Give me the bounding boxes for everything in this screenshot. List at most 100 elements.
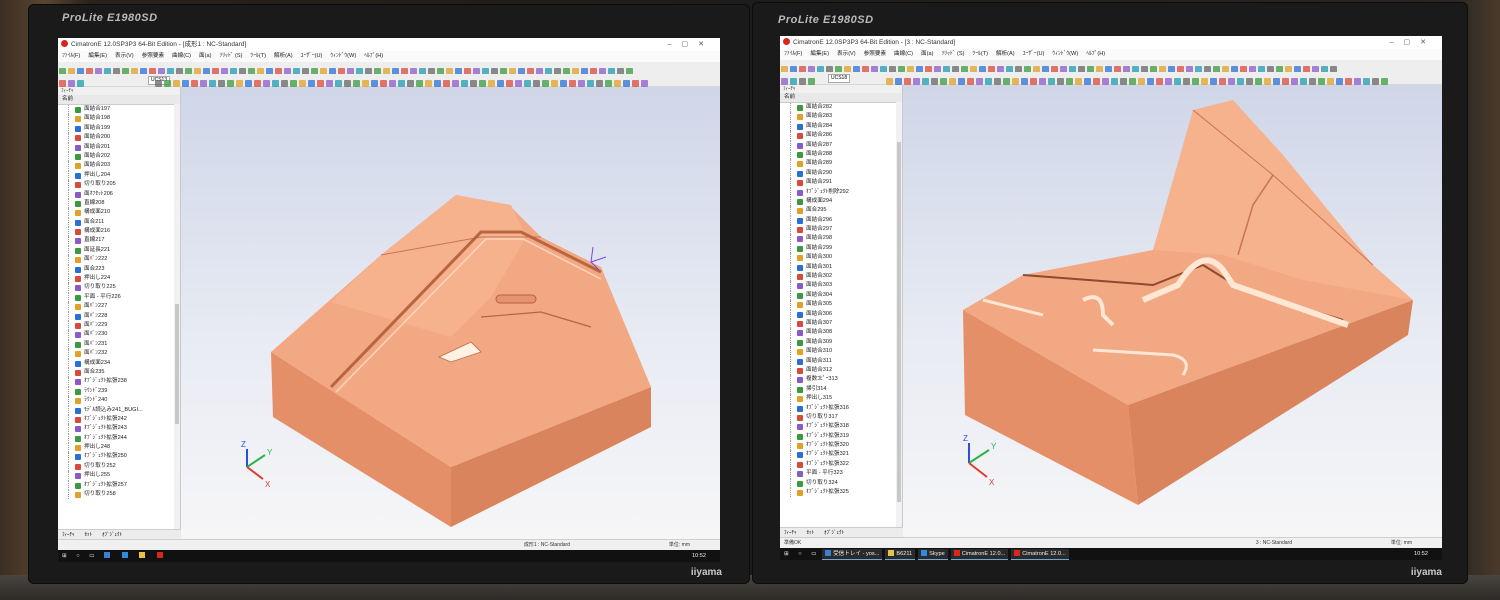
- menu-item[interactable]: 表示(V): [837, 51, 856, 57]
- toolbar-button[interactable]: [182, 80, 189, 87]
- tree-item[interactable]: 切り取り324: [780, 478, 902, 489]
- toolbar-button[interactable]: [1273, 78, 1280, 85]
- tree-item[interactable]: 面ﾊﾟﾝ230: [58, 330, 180, 340]
- window-controls[interactable]: –▢✕: [1390, 36, 1436, 49]
- toolbar-button[interactable]: [940, 78, 947, 85]
- task-view-icon[interactable]: ▭: [811, 548, 816, 560]
- toolbar-button[interactable]: [1075, 78, 1082, 85]
- toolbar-button[interactable]: [1291, 78, 1298, 85]
- toolbar-button[interactable]: [560, 80, 567, 87]
- taskbar-app-icon[interactable]: [156, 550, 165, 562]
- tree-item[interactable]: 面結合287: [780, 140, 902, 150]
- tree-item[interactable]: 平面 - 平行323: [780, 469, 902, 479]
- tree-item[interactable]: 面結合201: [58, 142, 180, 152]
- menu-item[interactable]: 編集(E): [810, 51, 829, 57]
- toolbar-button[interactable]: [344, 80, 351, 87]
- tree-item[interactable]: 押出し224: [58, 274, 180, 284]
- tree-item[interactable]: 切り取り317: [780, 412, 902, 423]
- toolbar-button[interactable]: [461, 80, 468, 87]
- toolbar-button[interactable]: [587, 80, 594, 87]
- toolbar-button[interactable]: [1030, 78, 1037, 85]
- toolbar-button[interactable]: [578, 80, 585, 87]
- toolbar-button[interactable]: [1174, 78, 1181, 85]
- toolbar-button[interactable]: [985, 78, 992, 85]
- taskbar-button[interactable]: CimatronE 12.0...: [1011, 549, 1069, 560]
- tree-item[interactable]: 面結合309: [780, 337, 902, 348]
- tree-item[interactable]: 面結合283: [780, 112, 902, 122]
- toolbar-button[interactable]: [191, 80, 198, 87]
- tree-item[interactable]: 直線208: [58, 198, 180, 209]
- toolbar-button[interactable]: [1183, 78, 1190, 85]
- toolbar-button[interactable]: [551, 80, 558, 87]
- toolbar-button[interactable]: [1372, 78, 1379, 85]
- menu-item[interactable]: ﾌｧｲﾙ(F): [784, 51, 802, 57]
- tree-item[interactable]: 面結合203: [58, 161, 180, 171]
- toolbar-button[interactable]: [263, 80, 270, 87]
- tree-item[interactable]: 面結合302: [780, 272, 902, 282]
- ucs-select[interactable]: UCS18: [828, 74, 851, 83]
- tree-item[interactable]: ﾗｳﾝﾄﾞ240: [58, 396, 180, 406]
- menu-item[interactable]: 編集(E): [88, 53, 107, 59]
- toolbar-button[interactable]: [470, 80, 477, 87]
- tree-tab[interactable]: ﾌｨｰﾁｬ: [62, 532, 75, 538]
- toolbar-button[interactable]: [913, 78, 920, 85]
- menu-item[interactable]: ﾕｰｻﾞｰ(U): [301, 53, 323, 59]
- toolbar-button[interactable]: [1237, 78, 1244, 85]
- tree-item[interactable]: 面結合304: [780, 290, 902, 301]
- tree-item[interactable]: 面ﾊﾟﾝ232: [58, 349, 180, 359]
- tree-item[interactable]: ｵﾌﾞｼﾞｪｸﾄ拡張318: [780, 422, 902, 432]
- tree-item[interactable]: 切り取り258: [58, 490, 180, 500]
- tree-item[interactable]: ｵﾌﾞｼﾞｪｸﾄ拡張238: [58, 377, 180, 387]
- toolbar-button[interactable]: [931, 78, 938, 85]
- toolbar-button[interactable]: [281, 80, 288, 87]
- tree-item[interactable]: 面結合311: [780, 356, 902, 366]
- tree-item[interactable]: ｵﾌﾞｼﾞｪｸﾄ削除292: [780, 187, 902, 197]
- toolbar-button[interactable]: [1003, 78, 1010, 85]
- tree-item[interactable]: ｵﾌﾞｼﾞｪｸﾄ拡張325: [780, 488, 902, 498]
- toolbar-button[interactable]: [335, 80, 342, 87]
- tree-item[interactable]: 面結合312: [780, 365, 902, 376]
- toolbar-button[interactable]: [407, 80, 414, 87]
- tree-item[interactable]: 面結合303: [780, 281, 902, 291]
- menu-item[interactable]: ﾂｰﾙ(T): [972, 51, 988, 57]
- tree-item[interactable]: 面ﾊﾟﾝ227: [58, 302, 180, 312]
- toolbar-button[interactable]: [353, 80, 360, 87]
- taskbar-button[interactable]: 受信トレイ - yos...: [822, 549, 883, 560]
- tree-item[interactable]: 面結合298: [780, 234, 902, 244]
- toolbar-button[interactable]: [1345, 78, 1352, 85]
- search-icon[interactable]: ○: [798, 548, 801, 560]
- toolbar-button[interactable]: [524, 80, 531, 87]
- toolbar-button[interactable]: [641, 80, 648, 87]
- tree-item[interactable]: 面結合284: [780, 121, 902, 132]
- 3d-viewport[interactable]: Z Y X: [903, 85, 1442, 538]
- toolbar-button[interactable]: [1246, 78, 1253, 85]
- menu-item[interactable]: 面(a): [199, 53, 211, 59]
- tree-item[interactable]: 面延長221: [58, 245, 180, 256]
- menu-item[interactable]: ﾌｧｲﾙ(F): [62, 53, 80, 59]
- toolbar-button[interactable]: [1120, 78, 1127, 85]
- tree-item[interactable]: 面結合198: [58, 114, 180, 124]
- toolbar-button[interactable]: [299, 80, 306, 87]
- toolbar-button[interactable]: [290, 80, 297, 87]
- toolbar-button[interactable]: [533, 80, 540, 87]
- menu-item[interactable]: ｳｨﾝﾄﾞｳ(W): [1052, 51, 1078, 57]
- toolbar-button[interactable]: [1147, 78, 1154, 85]
- toolbar-button[interactable]: [434, 80, 441, 87]
- tree-item[interactable]: 面結合301: [780, 262, 902, 273]
- tree-item[interactable]: ｵﾌﾞｼﾞｪｸﾄ拡張320: [780, 441, 902, 451]
- toolbar-button[interactable]: [1111, 78, 1118, 85]
- tree-item[interactable]: 面ﾊﾟﾝ222: [58, 255, 180, 265]
- toolbar-button[interactable]: [790, 78, 797, 85]
- toolbar-button[interactable]: [389, 80, 396, 87]
- tree-item[interactable]: ﾓﾃﾞﾙ読込み241_BUGI...: [58, 405, 180, 415]
- tree-item[interactable]: 面結合197: [58, 105, 180, 115]
- menu-item[interactable]: 曲線(C): [894, 51, 913, 57]
- tree-item[interactable]: 平面 - 平行226: [58, 292, 180, 303]
- toolbar-button[interactable]: [569, 80, 576, 87]
- toolbar-button[interactable]: [443, 80, 450, 87]
- toolbar-button[interactable]: [1381, 78, 1388, 85]
- tree-item[interactable]: 面結合299: [780, 243, 902, 254]
- toolbar-button[interactable]: [308, 80, 315, 87]
- tree-item[interactable]: 面結合310: [780, 347, 902, 357]
- toolbar-button[interactable]: [808, 78, 815, 85]
